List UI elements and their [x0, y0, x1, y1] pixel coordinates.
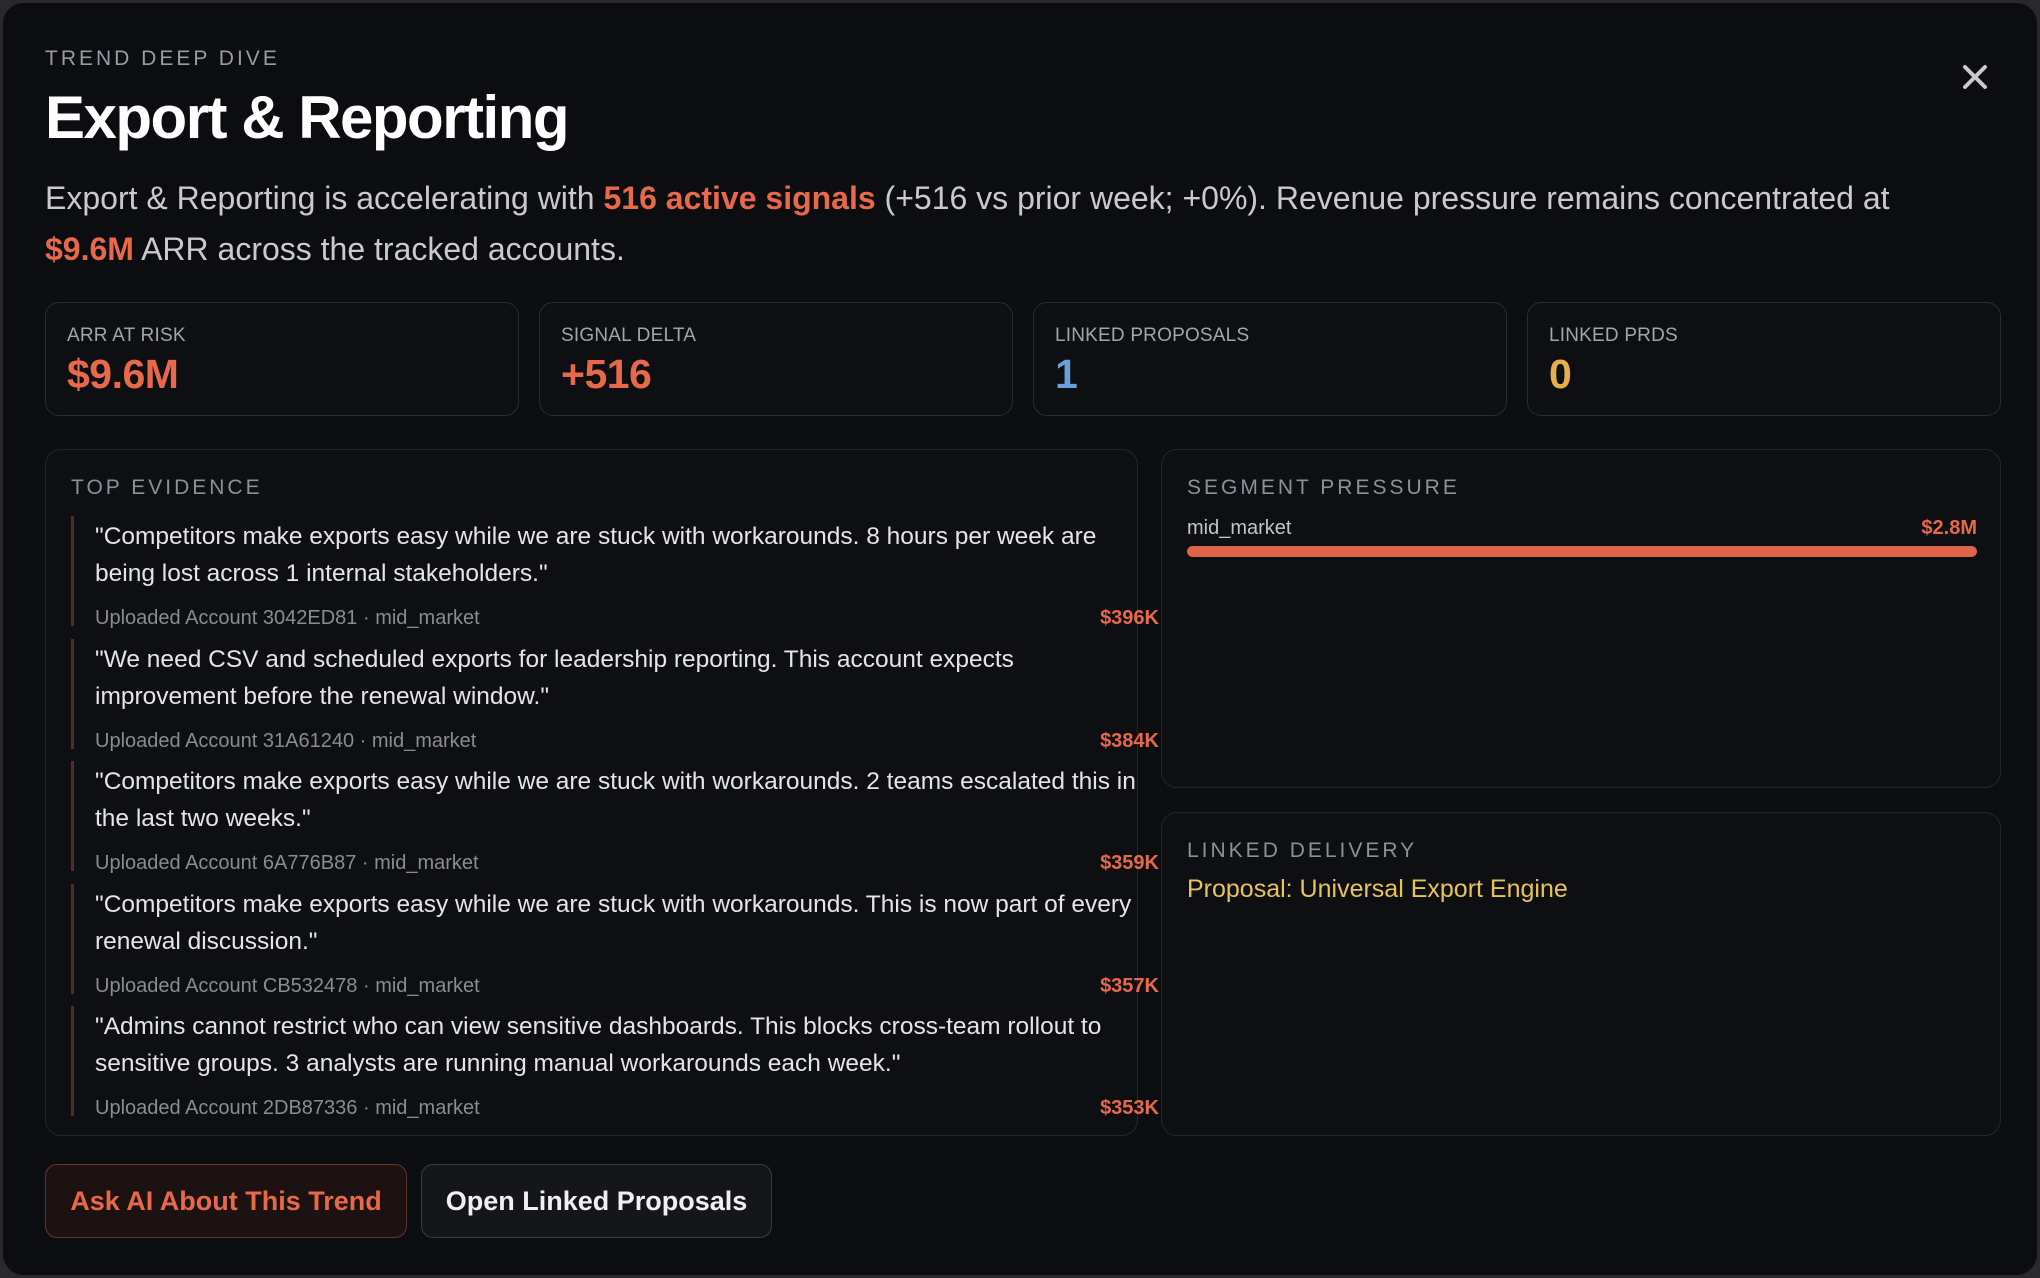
top-evidence-panel: TOP EVIDENCE "Competitors make exports e…	[45, 449, 1159, 1136]
evidence-quote: "Competitors make exports easy while we …	[95, 890, 1132, 955]
evidence-meta: Uploaded Account 6A776B87 · mid_market $…	[95, 852, 1159, 875]
stat-value: 1	[1055, 351, 1078, 397]
evidence-quote: "Competitors make exports easy while we …	[95, 768, 1136, 832]
segment-bar-fill	[1187, 546, 1977, 557]
evidence-quote: "Admins cannot restrict who can view sen…	[95, 1013, 1102, 1077]
evidence-source: Uploaded Account 31A61240 · mid_market	[95, 729, 477, 752]
summary-text: Export & Reporting is accelerating with	[45, 180, 604, 216]
evidence-amount: $396K	[1100, 607, 1159, 629]
close-button[interactable]	[1953, 55, 1997, 99]
summary-text: (+516 vs prior week; +0%). Revenue press…	[875, 180, 1890, 216]
trend-deep-dive-modal: TREND DEEP DIVE Export & Reporting Expor…	[2, 2, 2038, 1276]
evidence-meta: Uploaded Account CB532478 · mid_market $…	[95, 975, 1159, 998]
stat-card-linked-prds: LINKED PRDS 0	[1527, 302, 2001, 416]
evidence-amount: $353K	[1100, 1097, 1159, 1119]
stat-card-arr-at-risk: ARR AT RISK $9.6M	[45, 302, 519, 416]
segment-bar-track	[1187, 546, 1977, 557]
evidence-meta: Uploaded Account 2DB87336 · mid_market $…	[95, 1097, 1159, 1120]
stat-label: SIGNAL DELTA	[561, 325, 697, 346]
panel-title: LINKED DELIVERY	[1187, 839, 1418, 862]
evidence-meta: Uploaded Account 3042ED81 · mid_market $…	[95, 607, 1159, 630]
evidence-source: Uploaded Account 2DB87336 · mid_market	[95, 1097, 480, 1119]
stat-label: ARR AT RISK	[67, 325, 186, 346]
evidence-quote: "We need CSV and scheduled exports for l…	[95, 645, 1014, 710]
summary-text: ARR across the tracked accounts.	[133, 231, 625, 267]
evidence-item: "Competitors make exports easy while we …	[71, 883, 1159, 997]
evidence-item: "We need CSV and scheduled exports for l…	[71, 638, 1159, 752]
stat-card-linked-proposals: LINKED PROPOSALS 1	[1033, 302, 1507, 416]
panel-title: TOP EVIDENCE	[71, 476, 263, 499]
linked-proposal-link[interactable]: Proposal: Universal Export Engine	[1187, 875, 1568, 904]
evidence-list: "Competitors make exports easy while we …	[71, 516, 1159, 1129]
evidence-amount: $357K	[1100, 974, 1159, 997]
stat-label: LINKED PRDS	[1549, 325, 1678, 346]
evidence-meta: Uploaded Account 31A61240 · mid_market $…	[95, 730, 1159, 753]
summary-signal-count: 516 active signals	[603, 180, 876, 216]
evidence-item: "Admins cannot restrict who can view sen…	[71, 1006, 1159, 1119]
evidence-quote: "Competitors make exports easy while we …	[95, 523, 1097, 587]
evidence-source: Uploaded Account 3042ED81 · mid_market	[95, 607, 480, 629]
segment-row: mid_market $2.8M	[1187, 517, 1977, 540]
segment-name: mid_market	[1187, 517, 1292, 539]
evidence-amount: $359K	[1100, 852, 1159, 874]
evidence-source: Uploaded Account 6A776B87 · mid_market	[95, 852, 479, 874]
stat-label: LINKED PROPOSALS	[1055, 325, 1250, 346]
ask-ai-button[interactable]: Ask AI About This Trend	[45, 1164, 407, 1238]
evidence-item: "Competitors make exports easy while we …	[71, 761, 1159, 874]
stat-card-signal-delta: SIGNAL DELTA +516	[539, 302, 1013, 416]
trend-summary: Export & Reporting is accelerating with …	[45, 173, 1965, 275]
close-icon	[1963, 65, 1987, 89]
summary-arr-value: $9.6M	[45, 231, 134, 267]
stat-value: +516	[561, 351, 652, 397]
eyebrow-label: TREND DEEP DIVE	[45, 47, 280, 70]
segment-pressure-panel: SEGMENT PRESSURE mid_market $2.8M	[1161, 449, 2001, 788]
linked-delivery-panel: LINKED DELIVERY Proposal: Universal Expo…	[1161, 812, 2001, 1136]
stat-value: 0	[1549, 351, 1572, 397]
page-title: Export & Reporting	[45, 84, 570, 151]
stat-value: $9.6M	[67, 351, 179, 397]
evidence-item: "Competitors make exports easy while we …	[71, 516, 1159, 629]
panel-title: SEGMENT PRESSURE	[1187, 476, 1460, 499]
evidence-amount: $384K	[1100, 729, 1159, 752]
segment-amount: $2.8M	[1921, 517, 1977, 539]
evidence-source: Uploaded Account CB532478 · mid_market	[95, 974, 480, 997]
open-linked-proposals-button[interactable]: Open Linked Proposals	[421, 1164, 772, 1238]
